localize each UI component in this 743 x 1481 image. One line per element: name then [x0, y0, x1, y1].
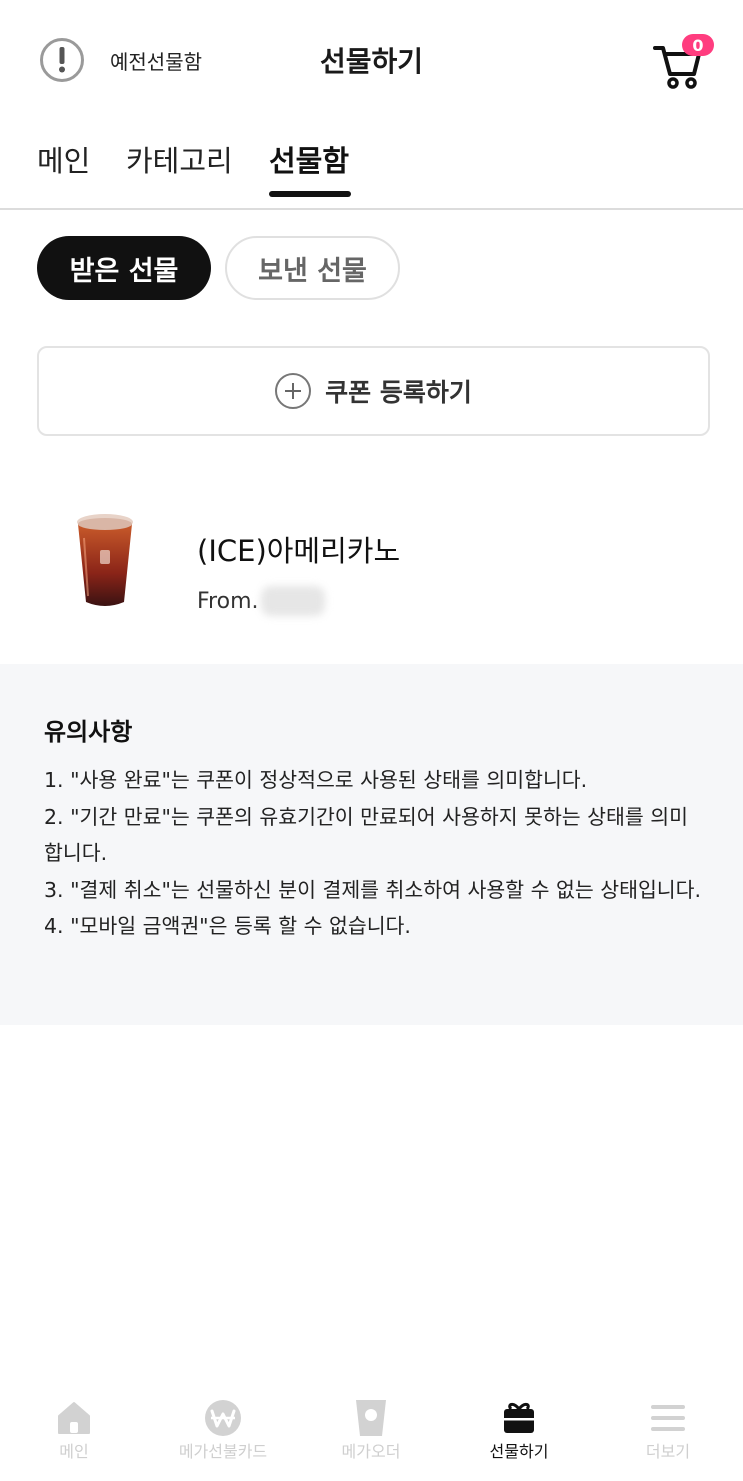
page-title: 선물하기	[319, 45, 424, 78]
register-coupon-label: 쿠폰 등록하기	[325, 378, 472, 407]
gift-product-name: (ICE)아메리카노	[197, 534, 401, 568]
won-card-icon	[205, 1400, 241, 1436]
received-gifts-toggle[interactable]: 받은 선물	[37, 236, 211, 300]
sent-gifts-toggle[interactable]: 보낸 선물	[225, 236, 400, 300]
nav-label: 메가오더	[341, 1442, 401, 1461]
cart-count-badge: 0	[682, 34, 714, 56]
bottom-navigation: 메인 메가선불카드 메가오더 선물하기 더보기	[0, 1388, 743, 1481]
notice-title: 유의사항	[44, 718, 133, 746]
gift-sender: From.	[197, 586, 325, 616]
home-icon	[58, 1402, 90, 1434]
main-tabs: 메인 카테고리 선물함	[0, 130, 743, 210]
nav-more[interactable]: 더보기	[594, 1388, 742, 1481]
menu-icon	[651, 1405, 685, 1431]
cup-icon	[356, 1400, 386, 1436]
nav-label: 선물하기	[489, 1442, 549, 1461]
blurred-sender-name	[260, 586, 325, 616]
notice-item: 4. "모바일 금액권"은 등록 할 수 없습니다.	[44, 914, 411, 938]
tab-gift-box[interactable]: 선물함	[269, 138, 349, 180]
nav-label: 더보기	[645, 1442, 691, 1461]
gift-from-label: From.	[197, 588, 259, 614]
cart-button[interactable]: 0	[652, 34, 716, 90]
notice-section: 유의사항 1. "사용 완료"는 쿠폰이 정상적으로 사용된 상태를 의미합니다…	[0, 664, 743, 1025]
register-coupon-button[interactable]: 쿠폰 등록하기	[37, 346, 710, 436]
nav-main[interactable]: 메인	[0, 1388, 148, 1481]
active-tab-indicator	[269, 191, 351, 197]
gift-icon	[504, 1402, 534, 1433]
nav-mega-order[interactable]: 메가오더	[297, 1388, 445, 1481]
iced-americano-image	[77, 514, 133, 606]
notice-item: 1. "사용 완료"는 쿠폰이 정상적으로 사용된 상태를 의미합니다.	[44, 768, 588, 792]
tab-category[interactable]: 카테고리	[126, 138, 233, 180]
nav-gift[interactable]: 선물하기	[445, 1388, 593, 1481]
nav-label: 메가선불카드	[178, 1442, 268, 1461]
tab-main[interactable]: 메인	[37, 138, 90, 180]
gift-list-item[interactable]: (ICE)아메리카노 From.	[0, 470, 743, 660]
notice-list: 1. "사용 완료"는 쿠폰이 정상적으로 사용된 상태를 의미합니다. 2. …	[44, 762, 704, 945]
plus-circle-icon	[275, 373, 312, 409]
nav-prepaid-card[interactable]: 메가선불카드	[149, 1388, 297, 1481]
notice-item: 3. "결제 취소"는 선물하신 분이 결제를 취소하여 사용할 수 없는 상태…	[44, 877, 702, 902]
notice-item: 2. "기간 만료"는 쿠폰의 유효기간이 만료되어 사용하지 못하는 상태를 …	[44, 804, 689, 866]
top-bar: 예전선물함 선물하기 0	[0, 0, 743, 120]
nav-label: 메인	[59, 1442, 89, 1461]
